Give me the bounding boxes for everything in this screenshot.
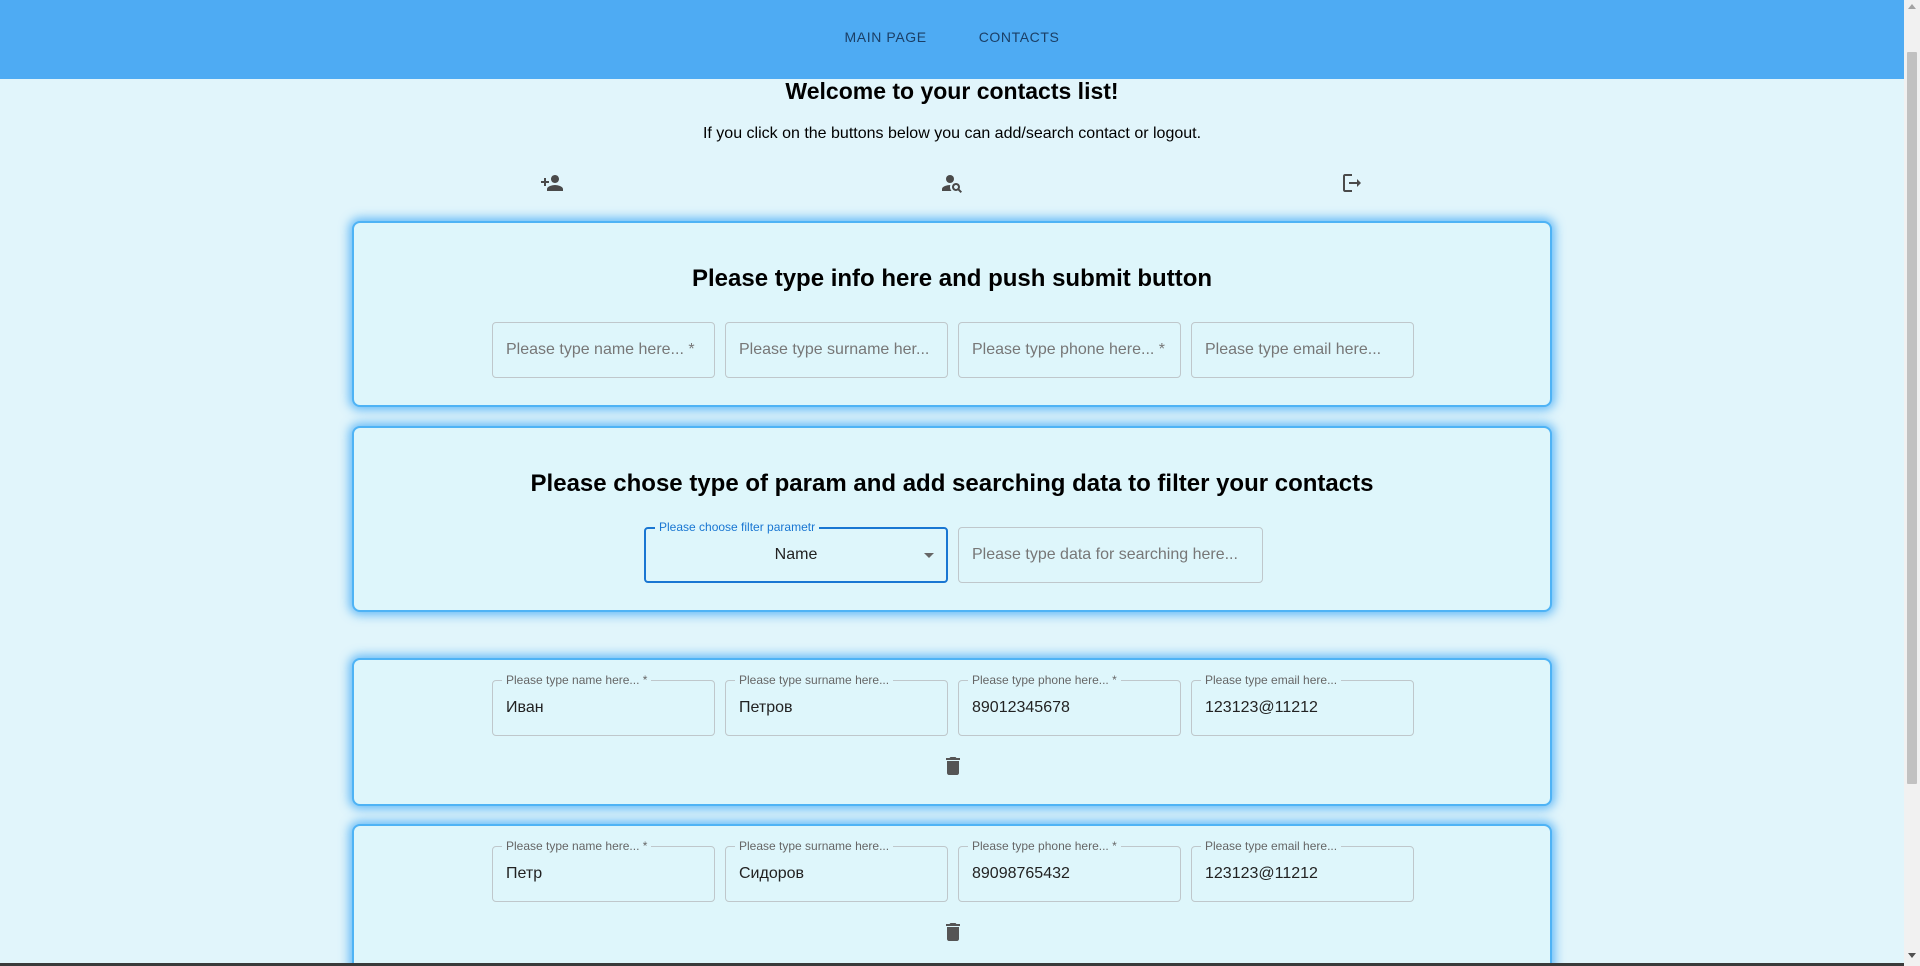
contact-card: Please type name here... * Иван Please t… bbox=[352, 658, 1552, 806]
contact-surname-label: Please type surname here... bbox=[735, 839, 894, 853]
add-form-title: Please type info here and push submit bu… bbox=[691, 265, 1213, 292]
contact-surname-value: Сидоров bbox=[739, 865, 805, 882]
scroll-down-arrow-icon[interactable] bbox=[1908, 953, 1916, 958]
contact-name-value: Петр bbox=[506, 865, 543, 882]
logout-icon[interactable] bbox=[1339, 170, 1365, 196]
contact-name-label: Please type name here... * bbox=[502, 839, 652, 853]
contact-surname-field[interactable]: Please type surname here... Сидоров bbox=[725, 839, 948, 902]
surname-placeholder: Please type surname her... bbox=[739, 341, 930, 358]
contact-phone-value: 89012345678 bbox=[972, 699, 1070, 716]
nav-contacts-link[interactable]: CONTACTS bbox=[979, 29, 1060, 45]
chevron-down-icon bbox=[924, 553, 934, 558]
contact-phone-label: Please type phone here... * bbox=[968, 839, 1121, 853]
top-navbar: MAIN PAGE CONTACTS bbox=[0, 0, 1904, 79]
add-contact-card: Please type info here and push submit bu… bbox=[352, 221, 1552, 407]
contact-surname-label: Please type surname here... bbox=[735, 673, 894, 687]
contact-name-label: Please type name here... * bbox=[502, 673, 652, 687]
contact-email-field[interactable]: Please type email here... 123123@11212 bbox=[1191, 673, 1414, 736]
contact-email-label: Please type email here... bbox=[1201, 673, 1342, 687]
scroll-up-arrow-icon[interactable] bbox=[1908, 4, 1916, 9]
delete-icon[interactable] bbox=[941, 754, 965, 778]
contact-card: Please type name here... * Петр Please t… bbox=[352, 824, 1552, 966]
contact-email-field[interactable]: Please type email here... 123123@11212 bbox=[1191, 839, 1414, 902]
contact-name-field[interactable]: Please type name here... * Петр bbox=[492, 839, 715, 902]
phone-placeholder: Please type phone here... * bbox=[972, 341, 1166, 358]
nav-links: MAIN PAGE CONTACTS bbox=[0, 29, 1904, 45]
contact-phone-field[interactable]: Please type phone here... * 89098765432 bbox=[958, 839, 1181, 902]
scrollbar-thumb[interactable] bbox=[1907, 52, 1917, 784]
name-placeholder: Please type name here... * bbox=[506, 341, 695, 358]
person-add-icon[interactable] bbox=[539, 170, 565, 196]
email-placeholder: Please type email here... bbox=[1205, 341, 1382, 358]
contact-name-field[interactable]: Please type name here... * Иван bbox=[492, 673, 715, 736]
contact-email-label: Please type email here... bbox=[1201, 839, 1342, 853]
page-subtitle: If you click on the buttons below you ca… bbox=[702, 125, 1202, 142]
page-title: Welcome to your contacts list! bbox=[785, 78, 1119, 104]
contact-phone-label: Please type phone here... * bbox=[968, 673, 1121, 687]
name-field[interactable]: Please type name here... * bbox=[492, 322, 715, 378]
filter-param-select[interactable]: Please choose filter parametr Name bbox=[644, 520, 948, 583]
contact-name-value: Иван bbox=[506, 699, 544, 716]
nav-main-page-link[interactable]: MAIN PAGE bbox=[845, 29, 927, 45]
scrollbar[interactable] bbox=[1904, 0, 1920, 966]
filter-form-title: Please chose type of param and add searc… bbox=[530, 470, 1374, 497]
email-field[interactable]: Please type email here... bbox=[1191, 322, 1414, 378]
search-data-placeholder: Please type data for searching here... bbox=[972, 546, 1238, 563]
filter-card: Please chose type of param and add searc… bbox=[352, 426, 1552, 612]
filter-select-value: Name bbox=[774, 546, 818, 563]
contact-email-value: 123123@11212 bbox=[1205, 699, 1318, 716]
surname-field[interactable]: Please type surname her... bbox=[725, 322, 948, 378]
contact-surname-field[interactable]: Please type surname here... Петров bbox=[725, 673, 948, 736]
contact-surname-value: Петров bbox=[739, 699, 793, 716]
phone-field[interactable]: Please type phone here... * bbox=[958, 322, 1181, 378]
contact-email-value: 123123@11212 bbox=[1205, 865, 1318, 882]
person-search-icon[interactable] bbox=[939, 170, 965, 196]
delete-icon[interactable] bbox=[941, 920, 965, 944]
contact-phone-field[interactable]: Please type phone here... * 89012345678 bbox=[958, 673, 1181, 736]
filter-select-label: Please choose filter parametr bbox=[655, 520, 820, 534]
search-data-field[interactable]: Please type data for searching here... bbox=[958, 527, 1263, 583]
contact-phone-value: 89098765432 bbox=[972, 865, 1070, 882]
